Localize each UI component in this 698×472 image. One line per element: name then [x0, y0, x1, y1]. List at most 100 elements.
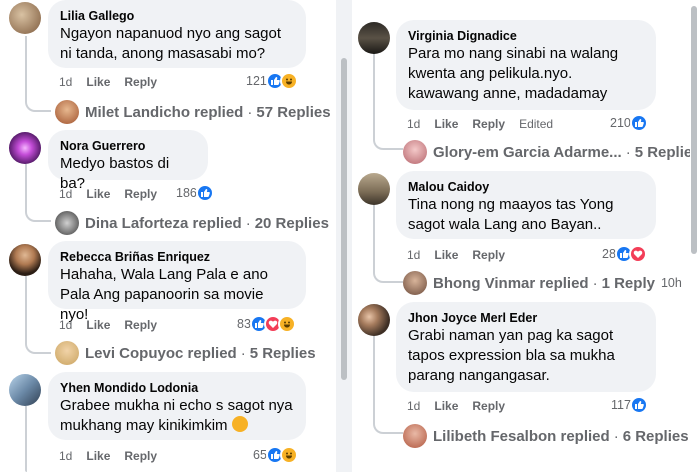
reaction-count: 117	[611, 398, 631, 412]
comment-author[interactable]: Nora Guerrero	[60, 138, 196, 154]
like-reaction-icon	[629, 396, 648, 414]
comment-actions: 1d Like Reply	[59, 75, 171, 89]
view-replies-link[interactable]: Dina Laforteza replied · 20 Replies	[55, 211, 329, 235]
haha-reaction-icon	[279, 72, 298, 90]
comment-time[interactable]: 1d	[407, 248, 420, 262]
avatar[interactable]	[358, 304, 390, 336]
smile-emoji-icon	[231, 416, 248, 432]
like-button[interactable]: Like	[86, 449, 110, 463]
replies-count: 5 Replies	[634, 143, 690, 161]
comment-time[interactable]: 1d	[407, 117, 420, 131]
replies-by-label: Glory-em Garcia Adarme...	[433, 143, 622, 161]
reaction-count: 210	[610, 116, 631, 130]
comment-actions: 1d Like Reply	[59, 318, 171, 332]
comment-time[interactable]: 1d	[59, 187, 72, 201]
replies-count: 57 Replies	[256, 103, 331, 121]
reaction-count: 83	[237, 317, 251, 331]
love-reaction-icon	[628, 245, 647, 263]
comment-author[interactable]: Lilia Gallego	[60, 8, 294, 24]
reaction-count: 186	[176, 186, 197, 200]
like-button[interactable]: Like	[434, 248, 458, 262]
reaction-summary[interactable]: 186	[176, 184, 214, 202]
comment-time[interactable]: 1d	[59, 318, 72, 332]
like-button[interactable]: Like	[434, 399, 458, 413]
reply-avatar	[403, 140, 427, 164]
comment-author[interactable]: Malou Caidoy	[408, 179, 644, 195]
comment-bubble: Lilia Gallego Ngayon napanuod nyo ang sa…	[48, 0, 306, 68]
scrollbar-thumb[interactable]	[691, 6, 697, 254]
reply-avatar	[403, 424, 427, 448]
reaction-summary[interactable]: 83	[237, 315, 296, 333]
reply-button[interactable]: Reply	[124, 449, 157, 463]
view-replies-link[interactable]: Glory-em Garcia Adarme... · 5 Replies	[403, 140, 690, 164]
reply-button[interactable]: Reply	[472, 117, 505, 131]
comment-bubble: Jhon Joyce Merl Eder Grabi naman yan pag…	[396, 302, 656, 392]
avatar[interactable]	[9, 2, 41, 34]
comment-bubble: Yhen Mondido Lodonia Grabee mukha ni ech…	[48, 372, 306, 440]
reaction-count: 65	[253, 448, 267, 462]
comment-text: Tina nong ng maayos tas Yong sagot wala …	[408, 196, 614, 233]
replies-by-label: Lilibeth Fesalbon replied	[433, 427, 610, 445]
comment-actions: 1d Like Reply	[59, 449, 171, 463]
comment-bubble: Nora Guerrero Medyo bastos di ba?	[48, 130, 208, 192]
reply-avatar	[55, 100, 79, 124]
haha-reaction-icon	[277, 315, 296, 333]
thread-line	[25, 164, 51, 222]
comment-bubble: Malou Caidoy Tina nong ng maayos tas Yon…	[396, 171, 656, 239]
edited-label: Edited	[519, 117, 554, 131]
view-replies-link[interactable]: Levi Copuyoc replied · 5 Replies	[55, 341, 316, 365]
scrollbar-right[interactable]	[690, 0, 698, 472]
comment-bubble: Rebecca Briñas Enriquez Hahaha, Wala Lan…	[48, 241, 306, 323]
comment-author[interactable]: Yhen Mondido Lodonia	[60, 380, 294, 396]
like-button[interactable]: Like	[86, 75, 110, 89]
replies-by-label: Levi Copuyoc replied	[85, 344, 237, 362]
reply-avatar	[55, 211, 79, 235]
comment-text: Para mo nang sinabi na walang kwenta ang…	[408, 45, 619, 102]
scrollbar-thumb[interactable]	[341, 58, 347, 380]
reply-button[interactable]: Reply	[124, 75, 157, 89]
reaction-summary[interactable]: 210	[610, 114, 648, 132]
comments-column-right: Virginia Dignadice Para mo nang sinabi n…	[352, 0, 690, 472]
replies-count: 20 Replies	[254, 214, 329, 232]
reaction-count: 28	[602, 247, 616, 261]
comment-author[interactable]: Virginia Dignadice	[408, 28, 644, 44]
thread-line	[25, 406, 27, 472]
comment-author[interactable]: Jhon Joyce Merl Eder	[408, 310, 644, 326]
avatar[interactable]	[9, 244, 41, 276]
like-button[interactable]: Like	[86, 318, 110, 332]
reaction-count: 121	[246, 74, 267, 88]
reply-avatar	[55, 341, 79, 365]
view-replies-link[interactable]: Bhong Vinmar replied · 1 Reply 10h	[403, 271, 682, 295]
comment-author[interactable]: Rebecca Briñas Enriquez	[60, 249, 294, 265]
reaction-summary[interactable]: 121	[246, 72, 298, 90]
reply-button[interactable]: Reply	[124, 187, 157, 201]
like-button[interactable]: Like	[86, 187, 110, 201]
avatar[interactable]	[358, 22, 390, 54]
reply-button[interactable]: Reply	[472, 248, 505, 262]
comment-actions: 1d Like Reply Edited	[407, 117, 567, 131]
reply-button[interactable]: Reply	[472, 399, 505, 413]
comment-time[interactable]: 1d	[59, 449, 72, 463]
avatar[interactable]	[358, 173, 390, 205]
view-replies-link[interactable]: Lilibeth Fesalbon replied · 6 Replies	[403, 424, 689, 448]
reply-time: 10h	[660, 276, 682, 290]
comment-actions: 1d Like Reply	[59, 187, 171, 201]
comment-time[interactable]: 1d	[407, 399, 420, 413]
reaction-summary[interactable]: 117	[611, 396, 648, 414]
replies-count: 1 Reply	[601, 274, 655, 292]
comment-text: Grabee mukha ni echo s sagot nya mukhang…	[60, 397, 293, 434]
scrollbar-left[interactable]	[340, 0, 348, 472]
reaction-summary[interactable]: 28	[602, 245, 647, 263]
avatar[interactable]	[9, 374, 41, 406]
like-reaction-icon	[629, 114, 648, 132]
replies-count: 5 Replies	[249, 344, 316, 362]
like-button[interactable]: Like	[434, 117, 458, 131]
reply-button[interactable]: Reply	[124, 318, 157, 332]
replies-by-label: Dina Laforteza replied	[85, 214, 242, 232]
view-replies-link[interactable]: Milet Landicho replied · 57 Replies	[55, 100, 331, 124]
haha-reaction-icon	[279, 446, 298, 464]
reaction-summary[interactable]: 65	[253, 446, 298, 464]
comment-time[interactable]: 1d	[59, 75, 72, 89]
avatar[interactable]	[9, 132, 41, 164]
comments-column-left: Lilia Gallego Ngayon napanuod nyo ang sa…	[0, 0, 336, 472]
